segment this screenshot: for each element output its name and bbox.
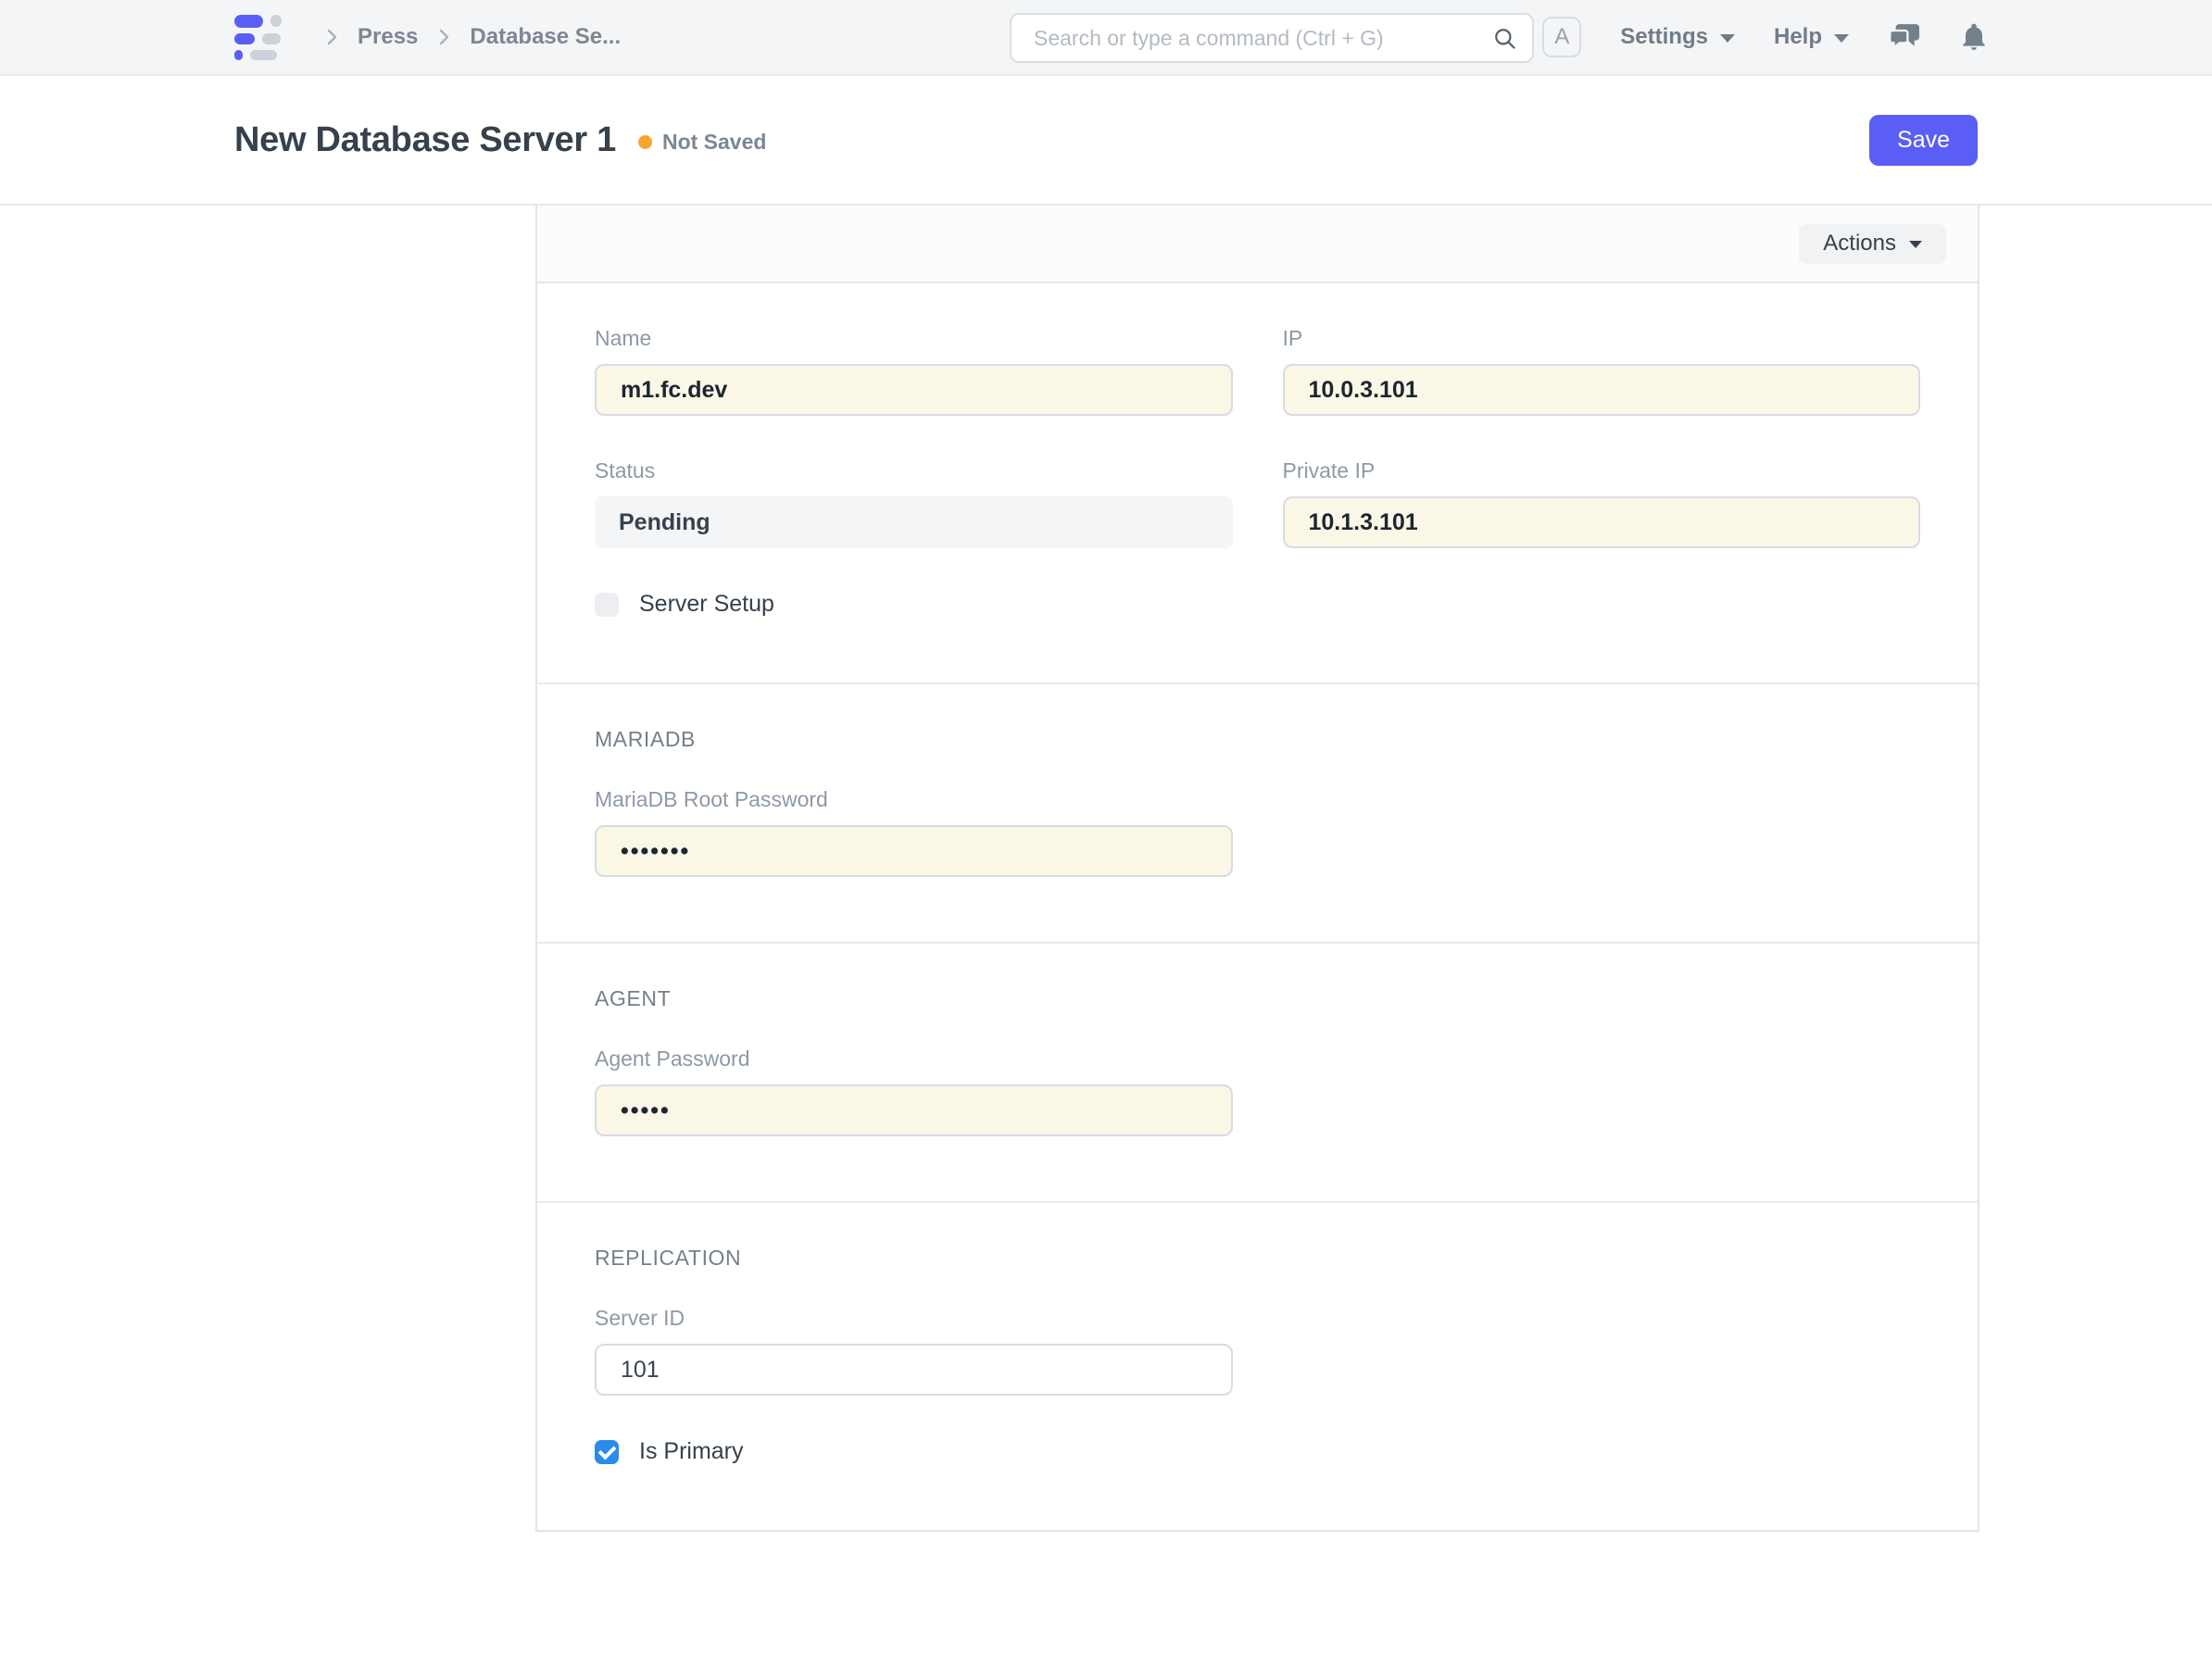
agent-password-input[interactable] <box>595 1084 1233 1136</box>
settings-menu[interactable]: Settings <box>1620 24 1735 50</box>
actions-button[interactable]: Actions <box>1799 224 1946 264</box>
replication-section-heading: REPLICATION <box>595 1246 1920 1271</box>
mariadb-section-heading: MARIADB <box>595 727 1920 752</box>
name-input[interactable] <box>595 364 1233 416</box>
agent-section-heading: AGENT <box>595 986 1920 1011</box>
form-toolbar: Actions <box>537 206 1978 283</box>
app-logo[interactable] <box>234 15 282 60</box>
chevron-down-icon <box>1909 241 1922 248</box>
status-value: Pending <box>595 496 1233 548</box>
mariadb-root-password-label: MariaDB Root Password <box>595 787 1233 812</box>
chevron-down-icon <box>1834 34 1849 43</box>
private-ip-label: Private IP <box>1283 458 1921 483</box>
unsaved-indicator: Not Saved <box>638 130 766 155</box>
field-mariadb-root-password: MariaDB Root Password <box>595 787 1233 877</box>
field-agent-password: Agent Password <box>595 1046 1233 1136</box>
breadcrumb-press[interactable]: Press <box>358 24 418 50</box>
field-ip: IP <box>1283 326 1921 416</box>
field-name: Name <box>595 326 1233 416</box>
logo-pill <box>270 15 282 27</box>
field-is-primary: Is Primary <box>595 1438 1920 1465</box>
field-server-id: Server ID <box>595 1306 1233 1396</box>
server-id-input[interactable] <box>595 1344 1233 1396</box>
server-id-label: Server ID <box>595 1306 1233 1331</box>
form-container: Actions Name IP Status Pending Private I… <box>535 206 1979 1532</box>
unsaved-dot-icon <box>638 135 652 149</box>
page-header: New Database Server 1 Not Saved Save <box>0 76 2212 206</box>
global-search-bar[interactable] <box>1010 13 1534 63</box>
settings-menu-label: Settings <box>1620 24 1708 50</box>
notifications-bell-icon[interactable] <box>1960 22 1988 52</box>
logo-pill <box>250 50 277 60</box>
chevron-right-icon <box>433 26 455 48</box>
chevron-down-icon <box>1720 34 1735 43</box>
help-menu-label: Help <box>1774 24 1822 50</box>
section-mariadb: MARIADB MariaDB Root Password <box>537 684 1978 944</box>
logo-pill <box>262 33 281 44</box>
server-setup-checkbox[interactable] <box>595 593 619 617</box>
breadcrumb-database-servers[interactable]: Database Se... <box>470 24 621 50</box>
status-label: Status <box>595 458 1233 483</box>
chevron-right-icon <box>320 26 343 48</box>
user-avatar[interactable]: A <box>1542 17 1581 57</box>
private-ip-input[interactable] <box>1283 496 1921 548</box>
unsaved-indicator-label: Not Saved <box>662 130 766 155</box>
mariadb-root-password-input[interactable] <box>595 825 1233 877</box>
agent-password-label: Agent Password <box>595 1046 1233 1071</box>
page-title: New Database Server 1 <box>234 120 616 160</box>
top-navbar: Press Database Se... A Settings Help <box>0 0 2212 76</box>
ip-label: IP <box>1283 326 1921 351</box>
logo-pill <box>234 33 255 44</box>
is-primary-label: Is Primary <box>639 1438 744 1465</box>
ip-input[interactable] <box>1283 364 1921 416</box>
nav-right: A Settings Help <box>1542 17 1988 57</box>
nav-left: Press Database Se... <box>234 15 621 60</box>
feedback-chat-icon[interactable] <box>1888 22 1921 52</box>
field-private-ip: Private IP <box>1283 458 1921 548</box>
is-primary-checkbox[interactable] <box>595 1440 619 1464</box>
field-status: Status Pending <box>595 458 1233 548</box>
logo-pill <box>234 50 243 60</box>
search-input[interactable] <box>1034 26 1491 51</box>
help-menu[interactable]: Help <box>1774 24 1849 50</box>
search-icon[interactable] <box>1491 25 1517 51</box>
actions-button-label: Actions <box>1823 231 1896 257</box>
section-basic: Name IP Status Pending Private IP Server… <box>537 283 1978 684</box>
logo-pill <box>234 15 263 28</box>
field-server-setup: Server Setup <box>595 591 1920 618</box>
name-label: Name <box>595 326 1233 351</box>
save-button[interactable]: Save <box>1869 115 1978 166</box>
server-setup-label: Server Setup <box>639 591 774 618</box>
section-agent: AGENT Agent Password <box>537 944 1978 1203</box>
section-replication: REPLICATION Server ID Is Primary <box>537 1203 1978 1530</box>
